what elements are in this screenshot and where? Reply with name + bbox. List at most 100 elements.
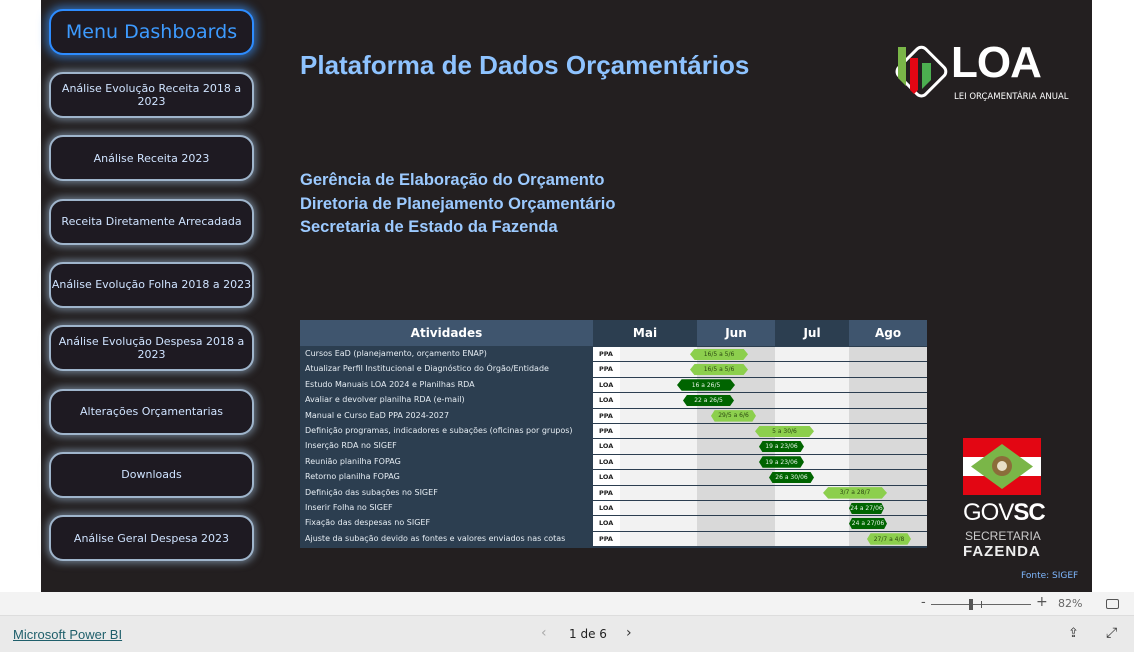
page-title: Plataforma de Dados Orçamentários — [300, 50, 750, 80]
month-header-jul: Jul — [775, 320, 849, 346]
period-bar: 24 a 27/06 — [849, 517, 887, 530]
period-bar: 3/7 a 28/7 — [823, 487, 887, 499]
next-page-button[interactable]: › — [626, 625, 632, 641]
table-row: Definição das subações no SIGEF PPA 3/7 a … — [300, 485, 927, 501]
month-cell — [775, 501, 849, 516]
month-cell — [849, 347, 927, 362]
month-cell — [849, 439, 927, 454]
menu-item-button[interactable]: Análise Evolução Folha 2018 a 2023 — [49, 261, 254, 308]
gov-sc-logo: GOVSC SECRETARIA FAZENDA — [963, 438, 1048, 560]
power-bi-link[interactable]: Microsoft Power BI — [13, 627, 122, 642]
activity-label: Fixação das despesas no SIGEF — [305, 518, 431, 528]
previous-page-button[interactable]: ‹ — [541, 625, 547, 641]
zoom-in-button[interactable]: + — [1036, 594, 1048, 610]
menu-item-button[interactable]: Downloads — [49, 451, 254, 498]
month-header-ago: Ago — [849, 320, 927, 346]
loa-logo-tagline: LEI ORÇAMENTÁRIA ANUAL — [954, 92, 1069, 102]
type-label: LOA — [593, 501, 620, 516]
month-cell — [775, 531, 849, 547]
month-cell — [620, 347, 697, 362]
month-cell — [620, 501, 697, 516]
table-row: Avaliar e devolver planilha RDA (e-mail)… — [300, 393, 927, 408]
month-cell — [620, 531, 697, 547]
type-label: LOA — [593, 454, 620, 470]
table-row: Estudo Manuais LOA 2024 e Planilhas RDA L… — [300, 377, 927, 393]
month-cell — [697, 485, 775, 500]
period-bar: 16 a 26/5 — [677, 379, 735, 391]
month-cell — [620, 485, 697, 500]
menu-item-button[interactable]: Análise Evolução Despesa 2018 a 2023 — [49, 325, 254, 372]
month-cell — [620, 362, 697, 377]
period-bar: 19 a 23/06 — [759, 440, 804, 453]
month-header-mai: Mai — [593, 320, 697, 346]
table-row: Definição programas, indicadores e subaç… — [300, 424, 927, 439]
period-bar: 26 a 30/06 — [769, 471, 814, 484]
activities-header: Atividades — [300, 320, 593, 346]
santa-catarina-flag-icon — [963, 438, 1041, 495]
activity-label: Manual e Curso EaD PPA 2024-2027 — [305, 410, 450, 420]
month-cell — [849, 362, 927, 377]
menu-item-button[interactable]: Análise Receita 2023 — [49, 135, 254, 182]
page-indicator: 1 de 6 — [569, 627, 607, 641]
loa-logo-text: LOA — [951, 38, 1042, 87]
menu-item-button[interactable]: Análise Geral Despesa 2023 — [49, 515, 254, 562]
zoom-out-button[interactable]: - — [921, 595, 926, 610]
period-bar: 24 a 27/06 — [849, 502, 884, 514]
activity-label: Estudo Manuais LOA 2024 e Planilhas RDA — [305, 379, 475, 389]
subtitle-diretoria: Diretoria de Planejamento Orçamentário — [300, 195, 616, 213]
schedule-table: Atividades Mai Jun Jul Ago Cursos EaD (p… — [300, 320, 927, 548]
month-cell — [697, 501, 775, 516]
menu-item-button[interactable]: Alterações Orçamentarias — [49, 388, 254, 435]
activity-label: Definição programas, indicadores e subaç… — [305, 426, 573, 435]
table-row: Inserir Folha no SIGEF LOA 24 a 27/06 — [300, 501, 927, 516]
fullscreen-icon[interactable]: ⤢ — [1106, 625, 1117, 641]
activity-label: Inserir Folha no SIGEF — [305, 503, 393, 512]
month-cell — [620, 454, 697, 470]
table-row: Inserção RDA no SIGEF LOA 19 a 23/06 — [300, 439, 927, 454]
share-icon[interactable]: ⇪ — [1068, 626, 1079, 641]
month-cell — [849, 470, 927, 485]
month-header-jun: Jun — [697, 320, 775, 346]
month-cell — [775, 362, 849, 377]
month-cell — [620, 439, 697, 454]
activity-label: Cursos EaD (planejamento, orçamento ENAP… — [305, 349, 487, 358]
activity-label: Definição das subações no SIGEF — [305, 487, 438, 497]
type-label: PPA — [593, 485, 620, 500]
zoom-slider-thumb[interactable] — [969, 599, 973, 610]
gov-text: GOV — [963, 499, 1014, 526]
table-row: Cursos EaD (planejamento, orçamento ENAP… — [300, 347, 927, 362]
table-row: Atualizar Perfil Institucional e Diagnós… — [300, 362, 927, 377]
type-label: PPA — [593, 531, 620, 547]
type-label: PPA — [593, 408, 620, 423]
type-label: LOA — [593, 393, 620, 408]
zoom-slider[interactable] — [931, 599, 1031, 610]
type-label: LOA — [593, 439, 620, 454]
sc-text: SC — [1013, 499, 1045, 526]
month-cell — [620, 470, 697, 485]
month-cell — [849, 408, 927, 423]
menu-item-button[interactable]: Análise Evolução Receita 2018 a 2023 — [49, 72, 254, 118]
type-label: PPA — [593, 347, 620, 362]
zoom-bar: - + 82% — [0, 592, 1134, 616]
fit-to-page-icon[interactable] — [1106, 599, 1119, 609]
source-label: Fonte: SIGEF — [1021, 571, 1079, 581]
table-row: Ajuste da subação devido as fontes e val… — [300, 531, 927, 547]
menu-item-button[interactable]: Receita Diretamente Arrecadada — [49, 198, 254, 245]
table-row: Reunião planilha FOPAG LOA 19 a 23/06 — [300, 454, 927, 470]
activity-label: Atualizar Perfil Institucional e Diagnós… — [305, 364, 549, 374]
month-cell — [775, 347, 849, 362]
table-row: Fixação das despesas no SIGEF LOA 24 a 27/… — [300, 516, 927, 531]
month-cell — [620, 424, 697, 439]
activity-label: Ajuste da subação devido as fontes e val… — [305, 533, 566, 543]
month-cell — [620, 408, 697, 423]
month-cell — [849, 393, 927, 408]
period-bar: 19 a 23/06 — [759, 456, 804, 468]
report-canvas: Menu Dashboards Análise Evolução Receita… — [41, 0, 1092, 592]
subtitle-gerencia: Gerência de Elaboração do Orçamento — [300, 171, 605, 189]
month-cell — [775, 377, 849, 393]
zoom-level: 82% — [1058, 597, 1083, 610]
month-cell — [697, 531, 775, 547]
table-row: Retorno planilha FOPAG LOA 26 a 30/06 — [300, 470, 927, 485]
footer-bar: Microsoft Power BI ‹ 1 de 6 › ⇪ ⤢ — [0, 616, 1134, 652]
menu-dashboards-button[interactable]: Menu Dashboards — [49, 9, 254, 55]
